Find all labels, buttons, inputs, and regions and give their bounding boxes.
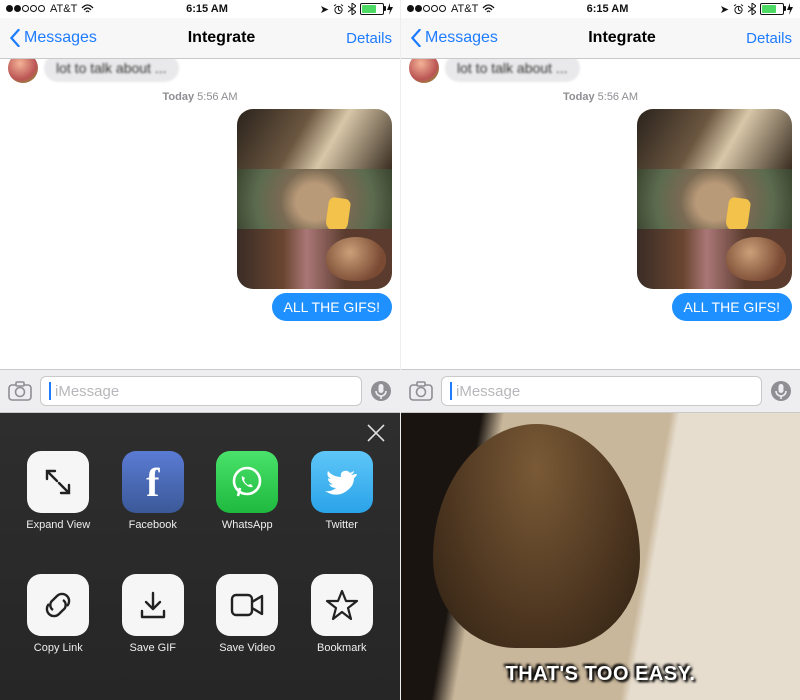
share-facebook[interactable]: fFacebook (122, 451, 184, 564)
alarm-icon (333, 4, 344, 15)
previous-message-text: lot to talk about ... (445, 59, 580, 82)
gif-frame-3 (637, 229, 792, 289)
conversation-view[interactable]: lot to talk about ... Today 5:56 AM ALL … (0, 59, 400, 369)
share-whatsapp[interactable]: WhatsApp (216, 451, 278, 564)
wifi-icon (81, 4, 94, 14)
previous-message: lot to talk about ... (8, 59, 392, 83)
bluetooth-icon (748, 3, 756, 15)
gif-frame-2 (637, 169, 792, 229)
gif-preview-image (401, 413, 800, 700)
sent-message-bubble[interactable]: ALL THE GIFS! (272, 293, 392, 321)
phone-left: AT&T 6:15 AM ➤ Messages Integrate Detail… (0, 0, 400, 700)
back-label: Messages (425, 29, 498, 47)
previous-message-text: lot to talk about ... (44, 59, 179, 82)
message-placeholder: iMessage (456, 383, 520, 400)
back-button[interactable]: Messages (409, 29, 498, 47)
message-input-row: iMessage (0, 369, 400, 413)
share-save-video[interactable]: Save Video (216, 574, 278, 687)
conversation-view[interactable]: lot to talk about ... Today 5:56 AM ALL … (401, 59, 800, 369)
message-placeholder: iMessage (55, 383, 119, 400)
clock: 6:15 AM (495, 3, 719, 15)
back-label: Messages (24, 29, 97, 47)
alarm-icon (733, 4, 744, 15)
chevron-left-icon (8, 29, 22, 47)
carrier-label: AT&T (50, 3, 77, 15)
camera-icon[interactable] (409, 381, 433, 401)
twitter-icon (311, 451, 373, 513)
clock: 6:15 AM (94, 3, 319, 15)
microphone-icon[interactable] (370, 380, 392, 402)
status-bar: AT&T 6:15 AM ➤ (0, 0, 400, 18)
signal-dots-icon (407, 3, 447, 15)
share-bookmark[interactable]: Bookmark (311, 574, 373, 687)
previous-message: lot to talk about ... (409, 59, 792, 83)
wifi-icon (482, 4, 495, 14)
gif-frame-3 (237, 229, 392, 289)
conversation-title[interactable]: Integrate (498, 29, 746, 47)
back-button[interactable]: Messages (8, 29, 97, 47)
sent-gif-attachment[interactable] (237, 109, 392, 289)
download-icon (122, 574, 184, 636)
sent-gif-attachment[interactable] (637, 109, 792, 289)
microphone-icon[interactable] (770, 380, 792, 402)
timestamp: Today 5:56 AM (8, 91, 392, 103)
location-icon: ➤ (320, 3, 329, 16)
expand-icon (27, 451, 89, 513)
message-input[interactable]: iMessage (40, 376, 362, 406)
gif-frame-2 (237, 169, 392, 229)
signal-dots-icon (6, 3, 46, 15)
battery-icon (760, 3, 794, 15)
status-bar: AT&T 6:15 AM ➤ (401, 0, 800, 18)
share-save-gif[interactable]: Save GIF (122, 574, 184, 687)
location-icon: ➤ (720, 3, 729, 16)
gif-frame-1 (237, 109, 392, 169)
details-button[interactable]: Details (346, 30, 392, 47)
timestamp: Today 5:56 AM (409, 91, 792, 103)
phone-right: AT&T 6:15 AM ➤ Messages Integrate Detail… (400, 0, 800, 700)
gif-frame-1 (637, 109, 792, 169)
carrier-label: AT&T (451, 3, 478, 15)
share-expand-view[interactable]: Expand View (26, 451, 90, 564)
details-button[interactable]: Details (746, 30, 792, 47)
chevron-left-icon (409, 29, 423, 47)
facebook-icon: f (122, 451, 184, 513)
bluetooth-icon (348, 3, 356, 15)
nav-bar: Messages Integrate Details (401, 18, 800, 59)
conversation-title[interactable]: Integrate (97, 29, 346, 47)
avatar[interactable] (409, 59, 439, 83)
video-icon (216, 574, 278, 636)
link-icon (27, 574, 89, 636)
message-input[interactable]: iMessage (441, 376, 762, 406)
share-sheet: Expand View fFacebook WhatsApp Twitter C… (0, 413, 400, 700)
nav-bar: Messages Integrate Details (0, 18, 400, 59)
star-icon (311, 574, 373, 636)
avatar[interactable] (8, 59, 38, 83)
share-copy-link[interactable]: Copy Link (27, 574, 89, 687)
gif-keyboard-preview[interactable]: THAT'S TOO EASY. (401, 413, 800, 700)
gif-caption: THAT'S TOO EASY. (401, 663, 800, 686)
sent-message-bubble[interactable]: ALL THE GIFS! (672, 293, 792, 321)
message-input-row: iMessage (401, 369, 800, 413)
camera-icon[interactable] (8, 381, 32, 401)
battery-icon (360, 3, 394, 15)
whatsapp-icon (216, 451, 278, 513)
share-twitter[interactable]: Twitter (311, 451, 373, 564)
